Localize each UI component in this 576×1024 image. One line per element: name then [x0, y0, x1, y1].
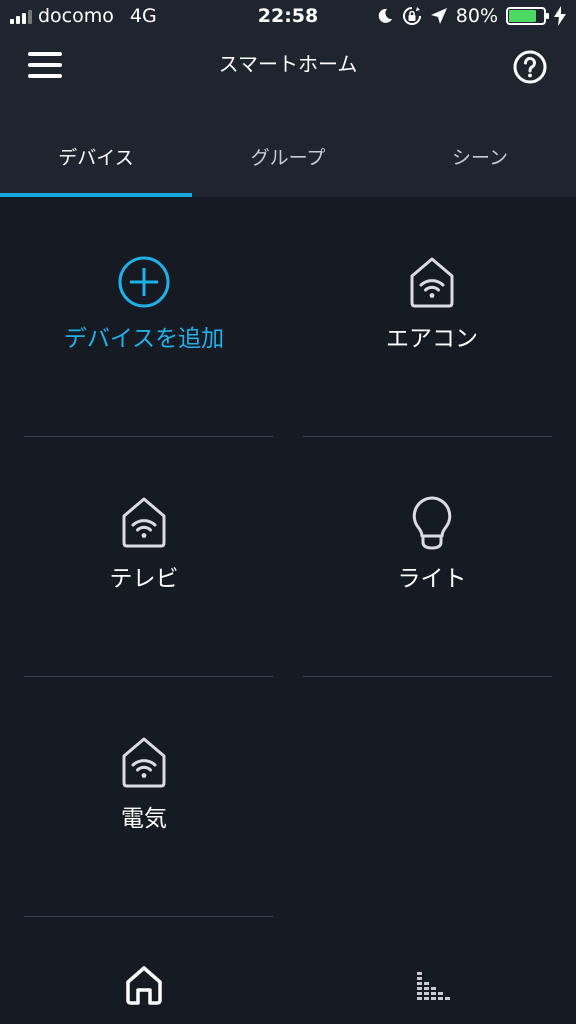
device-light[interactable]: ライト — [288, 437, 576, 677]
charging-bolt-icon — [554, 6, 566, 26]
smart-home-wifi-icon — [122, 497, 166, 548]
page-title: スマートホーム — [218, 52, 358, 76]
rotation-lock-icon — [402, 7, 421, 25]
equalizer-bars-icon[interactable] — [407, 960, 457, 1010]
add-circle-icon — [118, 256, 170, 308]
add-device-button[interactable]: デバイスを追加 — [0, 197, 288, 437]
tab-scenes[interactable]: シーン — [384, 96, 576, 197]
status-bar: docomo 4G 22:58 80% — [0, 0, 576, 34]
moon-icon — [378, 8, 392, 23]
device-aircon[interactable]: エアコン — [288, 197, 576, 437]
device-label: ライト — [397, 566, 467, 592]
device-electric[interactable]: 電気 — [0, 677, 288, 917]
grid-divider — [303, 676, 552, 677]
tab-bar: デバイス グループ シーン — [0, 96, 576, 197]
smart-home-wifi-icon — [122, 737, 166, 788]
status-right: 80% — [376, 5, 566, 27]
light-bulb-icon — [412, 496, 452, 550]
battery-icon — [506, 7, 549, 25]
location-arrow-icon — [430, 8, 447, 24]
device-tv[interactable]: テレビ — [0, 437, 288, 677]
tab-devices[interactable]: デバイス — [0, 96, 192, 197]
device-label: エアコン — [386, 326, 478, 352]
battery-percent: 80% — [455, 5, 498, 27]
bottom-nav — [0, 948, 576, 1024]
smart-home-wifi-icon — [410, 257, 454, 308]
tab-groups[interactable]: グループ — [192, 96, 384, 197]
grid-divider — [24, 916, 273, 917]
home-icon[interactable] — [119, 960, 169, 1010]
app-header: スマートホーム — [0, 34, 576, 96]
device-label: デバイスを追加 — [63, 326, 225, 352]
help-circle-icon[interactable] — [513, 50, 547, 84]
device-label: 電気 — [121, 806, 167, 832]
device-label: テレビ — [109, 566, 179, 592]
